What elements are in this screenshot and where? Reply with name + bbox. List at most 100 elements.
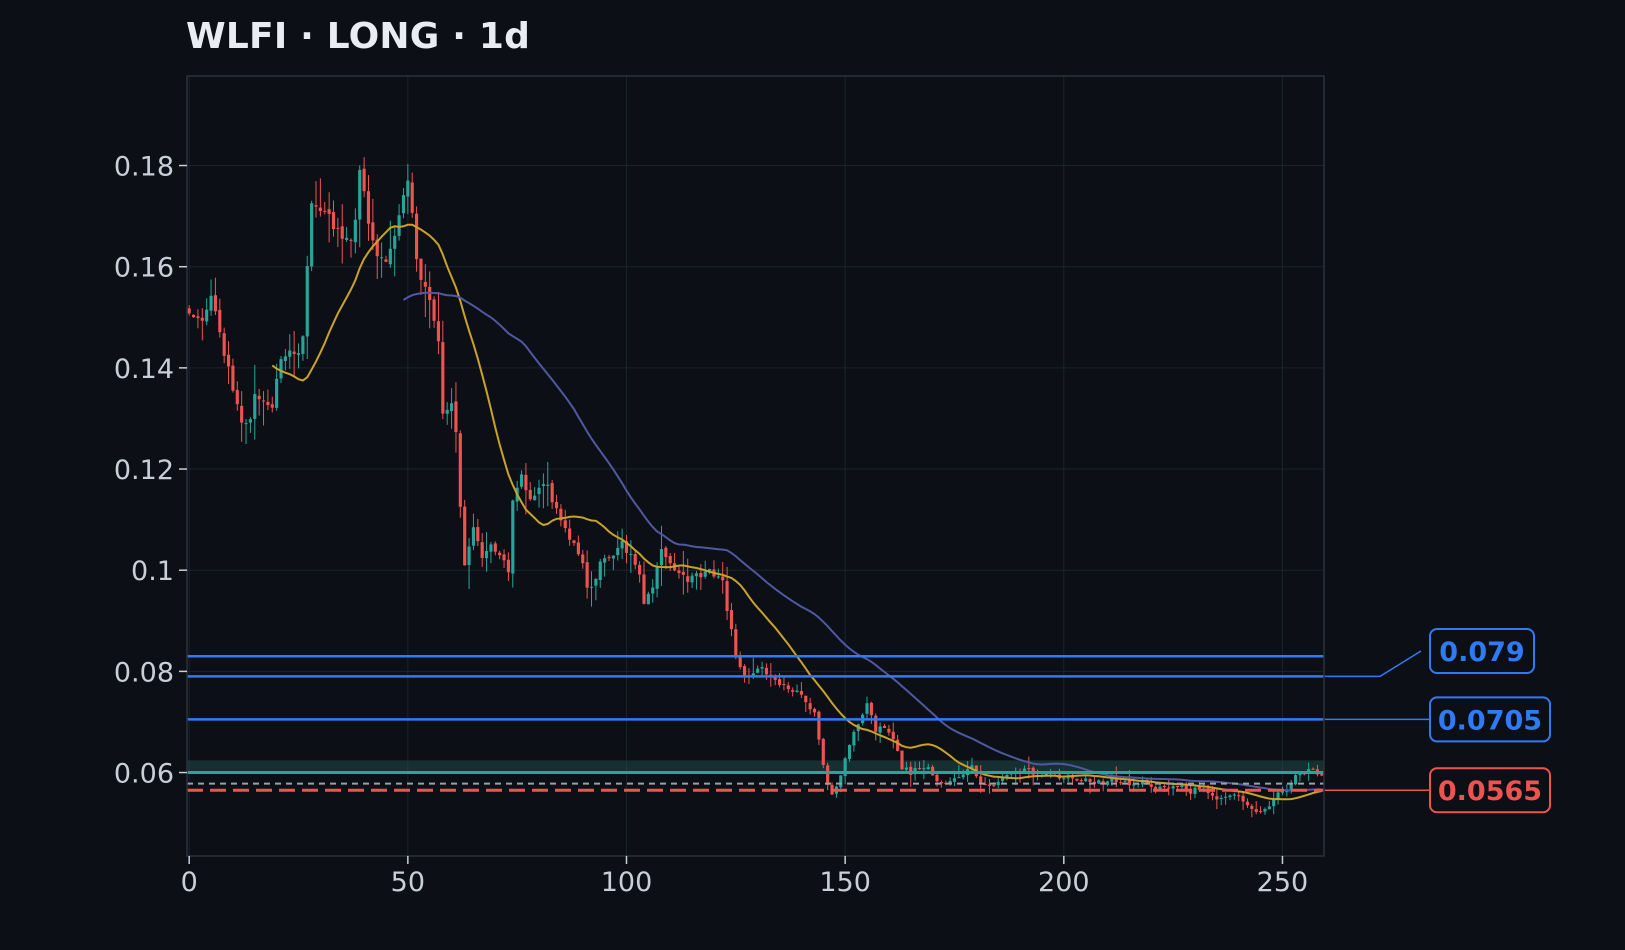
candle-body [589, 586, 594, 588]
candle-body [869, 702, 873, 716]
candle-body [502, 554, 506, 561]
candle-body [423, 281, 427, 287]
candle-body [1171, 786, 1175, 789]
y-tick-label: 0.1 [131, 556, 174, 587]
candle-body [506, 559, 510, 573]
candle-body [541, 484, 545, 486]
candle-body [253, 394, 257, 419]
y-tick-label: 0.18 [114, 152, 174, 183]
candle-body [537, 487, 541, 495]
candle-body [979, 776, 983, 784]
candle-body [935, 774, 939, 782]
candle-body [196, 316, 200, 318]
plot-area [187, 76, 1324, 856]
candle-body [1237, 795, 1241, 797]
candle-body [598, 561, 602, 580]
candle-body [458, 433, 462, 507]
candle-body [603, 558, 607, 563]
candle-body [401, 195, 406, 214]
candle-body [987, 784, 992, 786]
candle-body [926, 767, 930, 770]
candle-body [1215, 796, 1219, 800]
candle-body [1088, 779, 1092, 783]
candle-body [1224, 796, 1228, 798]
candle-body [756, 668, 760, 673]
candle-body [594, 578, 598, 586]
candle-body [275, 378, 279, 408]
candle-body [874, 715, 878, 732]
candle-body [664, 547, 668, 558]
candle-body [1254, 809, 1258, 812]
candle-body [314, 205, 318, 207]
candle-body [345, 237, 349, 240]
candle-body [288, 350, 292, 357]
candle-body [996, 781, 1000, 786]
candle-body [1105, 781, 1110, 785]
candle-body [1180, 785, 1184, 787]
candle-body [371, 222, 375, 241]
candle-body [205, 309, 209, 322]
candle-body [261, 400, 266, 402]
candle-body [1027, 768, 1031, 770]
candle-body [384, 259, 388, 262]
candle-body [611, 555, 615, 559]
candle-body [572, 540, 576, 544]
x-tick-label: 100 [601, 867, 653, 898]
candle-body [616, 547, 620, 556]
candle-body [764, 667, 769, 675]
candle-body [629, 553, 633, 555]
candle-body [1280, 791, 1285, 793]
candle-body [563, 520, 567, 529]
candle-body [668, 555, 672, 564]
candle-body [484, 550, 489, 559]
candle-body [1127, 780, 1131, 786]
candle-body [191, 314, 196, 318]
candle-body [244, 423, 248, 425]
candlestick-chart: 0.079 0.0705 0.0565 0.06 0.08 0.1 0.12 0.14 0.16… [114, 75, 1551, 898]
candle-body [240, 405, 244, 423]
candle-body [393, 235, 397, 249]
candle-body [213, 295, 217, 312]
candle-body [235, 389, 239, 405]
candle-body [826, 765, 830, 785]
candle-body [690, 575, 694, 583]
candle-body [607, 557, 611, 559]
candle-body [686, 576, 690, 582]
candle-body [445, 409, 449, 414]
y-tick-label: 0.06 [114, 759, 174, 790]
candle-body [1250, 805, 1254, 809]
candle-body [703, 571, 707, 577]
candle-body [651, 587, 655, 594]
level-tag-label: 0.0565 [1438, 776, 1542, 807]
candle-body [432, 299, 436, 321]
candle-body [1219, 797, 1223, 799]
candle-body [878, 726, 882, 733]
candle-body [585, 562, 589, 588]
candle-body [729, 610, 734, 630]
candle-body [1066, 777, 1070, 779]
candle-body [441, 342, 445, 414]
candle-body [1263, 808, 1267, 812]
candle-body [1062, 778, 1066, 780]
candle-body [786, 685, 790, 690]
candle-body [327, 209, 331, 214]
candle-body [200, 317, 204, 321]
candle-body [568, 528, 572, 540]
candle-body [305, 266, 309, 337]
candle-body [638, 564, 642, 575]
y-tick-label: 0.08 [114, 657, 174, 688]
support-zone [187, 760, 1324, 773]
candle-body [1084, 778, 1088, 782]
candle-body [633, 554, 637, 565]
candle-body [283, 356, 287, 362]
candle-body [231, 365, 235, 391]
level-tag-label: 0.079 [1439, 637, 1524, 668]
candle-body [524, 474, 528, 491]
candle-body [366, 191, 371, 224]
x-tick-label: 250 [1257, 867, 1309, 898]
candle-body [463, 506, 467, 566]
candle-body [353, 219, 357, 243]
candle-body [471, 527, 476, 546]
candle-body [1149, 784, 1153, 787]
candle-body [301, 336, 305, 354]
